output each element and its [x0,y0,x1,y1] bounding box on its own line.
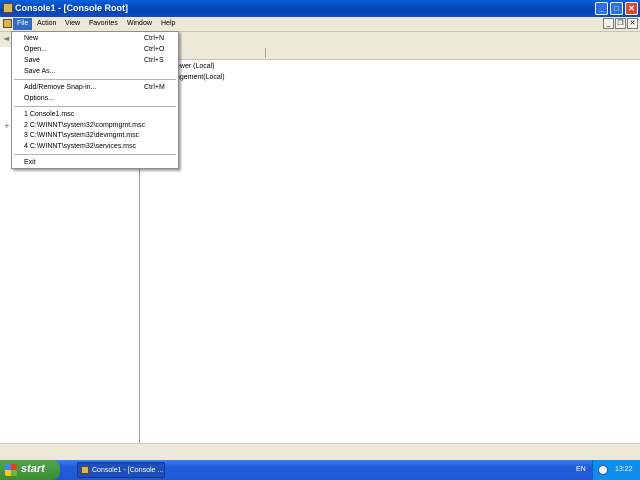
system-tray: 13:22 [592,460,640,480]
details-item-event-viewer[interactable]: ewer (Local) [176,63,215,70]
close-button[interactable]: ✕ [625,2,638,15]
menu-item-label: Save [24,57,40,64]
menu-separator [14,106,176,107]
menu-item-recent-3[interactable]: 3 C:\WINNT\system32\devmgmt.msc [12,131,178,141]
taskbar: start Console1 - [Console ... EN 13:22 [0,460,640,480]
column-separator[interactable] [265,48,266,58]
status-bar [0,443,640,461]
menu-item-recent-4[interactable]: 4 C:\WINNT\system32\services.msc [12,142,178,152]
menu-bar: File Action View Favorites Window Help _… [0,17,640,32]
menu-item-new[interactable]: New Ctrl+N [12,34,178,44]
menu-item-recent-2[interactable]: 2 C:\WINNT\system32\compmgmt.msc [12,121,178,131]
menu-file[interactable]: File [13,18,33,30]
details-item-management[interactable]: agement(Local) [176,74,225,81]
menu-item-label: Open... [24,46,47,53]
menu-item-shortcut: Ctrl+O [144,46,165,53]
menu-item-exit[interactable]: Exit [12,158,178,168]
menu-item-shortcut: Ctrl+N [144,35,165,42]
windows-flag-icon [5,464,17,476]
start-button[interactable]: start [0,460,60,480]
menu-item-label: Add/Remove Snap-in... [24,84,97,91]
mmc-app-icon[interactable] [3,3,13,13]
minimize-button[interactable]: _ [595,2,608,15]
menu-item-shortcut: Ctrl+M [144,84,165,91]
child-minimize-button[interactable]: _ [603,18,614,29]
menu-item-options[interactable]: Options... [12,94,178,104]
menu-favorites[interactable]: Favorites [89,20,118,27]
console-root-icon[interactable] [3,19,12,28]
menu-item-label: 1 Console1.msc [24,111,75,118]
child-close-button[interactable]: ✕ [627,18,638,29]
menu-item-label: New [24,35,39,42]
taskbar-button-console1[interactable]: Console1 - [Console ... [77,462,165,478]
menu-item-save[interactable]: Save Ctrl+S [12,56,178,66]
menu-action[interactable]: Action [37,20,56,27]
clock[interactable]: 13:22 [615,466,633,473]
language-indicator[interactable]: EN [576,466,586,473]
menu-item-label: 2 C:\WINNT\system32\compmgmt.msc [24,122,145,129]
child-restore-button[interactable]: ❐ [615,18,626,29]
title-bar[interactable]: Console1 - [Console Root] _ □ ✕ [0,0,640,17]
mmc-task-icon [81,466,89,474]
start-label: start [21,463,45,475]
child-window-controls: _ ❐ ✕ [603,18,638,29]
window-controls: _ □ ✕ [595,2,638,15]
menu-item-recent-1[interactable]: 1 Console1.msc [12,110,178,120]
menu-item-shortcut: Ctrl+S [144,57,164,64]
menu-window[interactable]: Window [127,20,152,27]
details-pane[interactable] [140,47,640,443]
back-arrow-icon[interactable]: ◄ [3,34,9,43]
network-tray-icon[interactable] [598,465,608,475]
maximize-button[interactable]: □ [610,2,623,15]
menu-item-open[interactable]: Open... Ctrl+O [12,45,178,55]
menu-separator [14,154,176,155]
menu-item-add-remove-snap-in[interactable]: Add/Remove Snap-in... Ctrl+M [12,83,178,93]
menu-item-label: Options... [24,95,54,102]
menu-item-label: Exit [24,159,36,166]
menu-help[interactable]: Help [161,20,175,27]
window-title: Console1 - [Console Root] [15,3,128,13]
column-header[interactable] [140,47,640,60]
menu-separator [14,79,176,80]
menu-item-label: 4 C:\WINNT\system32\services.msc [24,143,137,150]
menu-view[interactable]: View [65,20,80,27]
menu-item-save-as[interactable]: Save As... [12,67,178,77]
menu-item-label: Save As... [24,68,56,75]
taskbar-button-label: Console1 - [Console ... [92,467,164,474]
menu-item-label: 3 C:\WINNT\system32\devmgmt.msc [24,132,140,139]
tree-expand-icon[interactable]: + [4,122,10,130]
file-menu-dropdown: New Ctrl+N Open... Ctrl+O Save Ctrl+S Sa… [11,31,179,169]
